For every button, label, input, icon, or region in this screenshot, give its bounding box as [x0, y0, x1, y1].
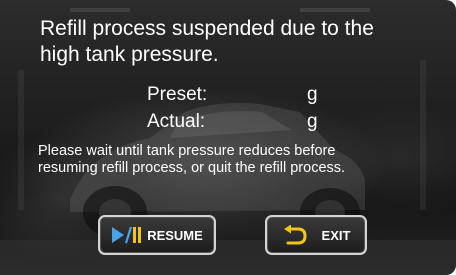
status-title: Refill process suspended due to the high… — [40, 16, 440, 68]
preset-unit: g — [307, 84, 318, 105]
instruction-line: Please wait until tank pressure reduces … — [38, 143, 336, 159]
return-arrow-icon — [282, 224, 308, 245]
instruction-message: Please wait until tank pressure reduces … — [38, 143, 450, 177]
resume-button-label: RESUME — [147, 227, 203, 243]
preset-label: Preset: — [147, 84, 208, 105]
play-pause-icon — [111, 226, 143, 244]
actual-label: Actual: — [147, 111, 206, 132]
resume-button[interactable]: RESUME — [98, 215, 216, 255]
refill-suspended-screen: Refill process suspended due to the high… — [0, 0, 456, 275]
instruction-line: resuming refill process, or quit the ref… — [38, 160, 346, 176]
exit-button-label: EXIT — [321, 227, 351, 243]
status-title-line: Refill process suspended due to the — [40, 17, 374, 40]
status-title-line: high tank pressure. — [40, 43, 219, 66]
exit-button[interactable]: EXIT — [265, 215, 367, 255]
actual-unit: g — [307, 111, 318, 132]
